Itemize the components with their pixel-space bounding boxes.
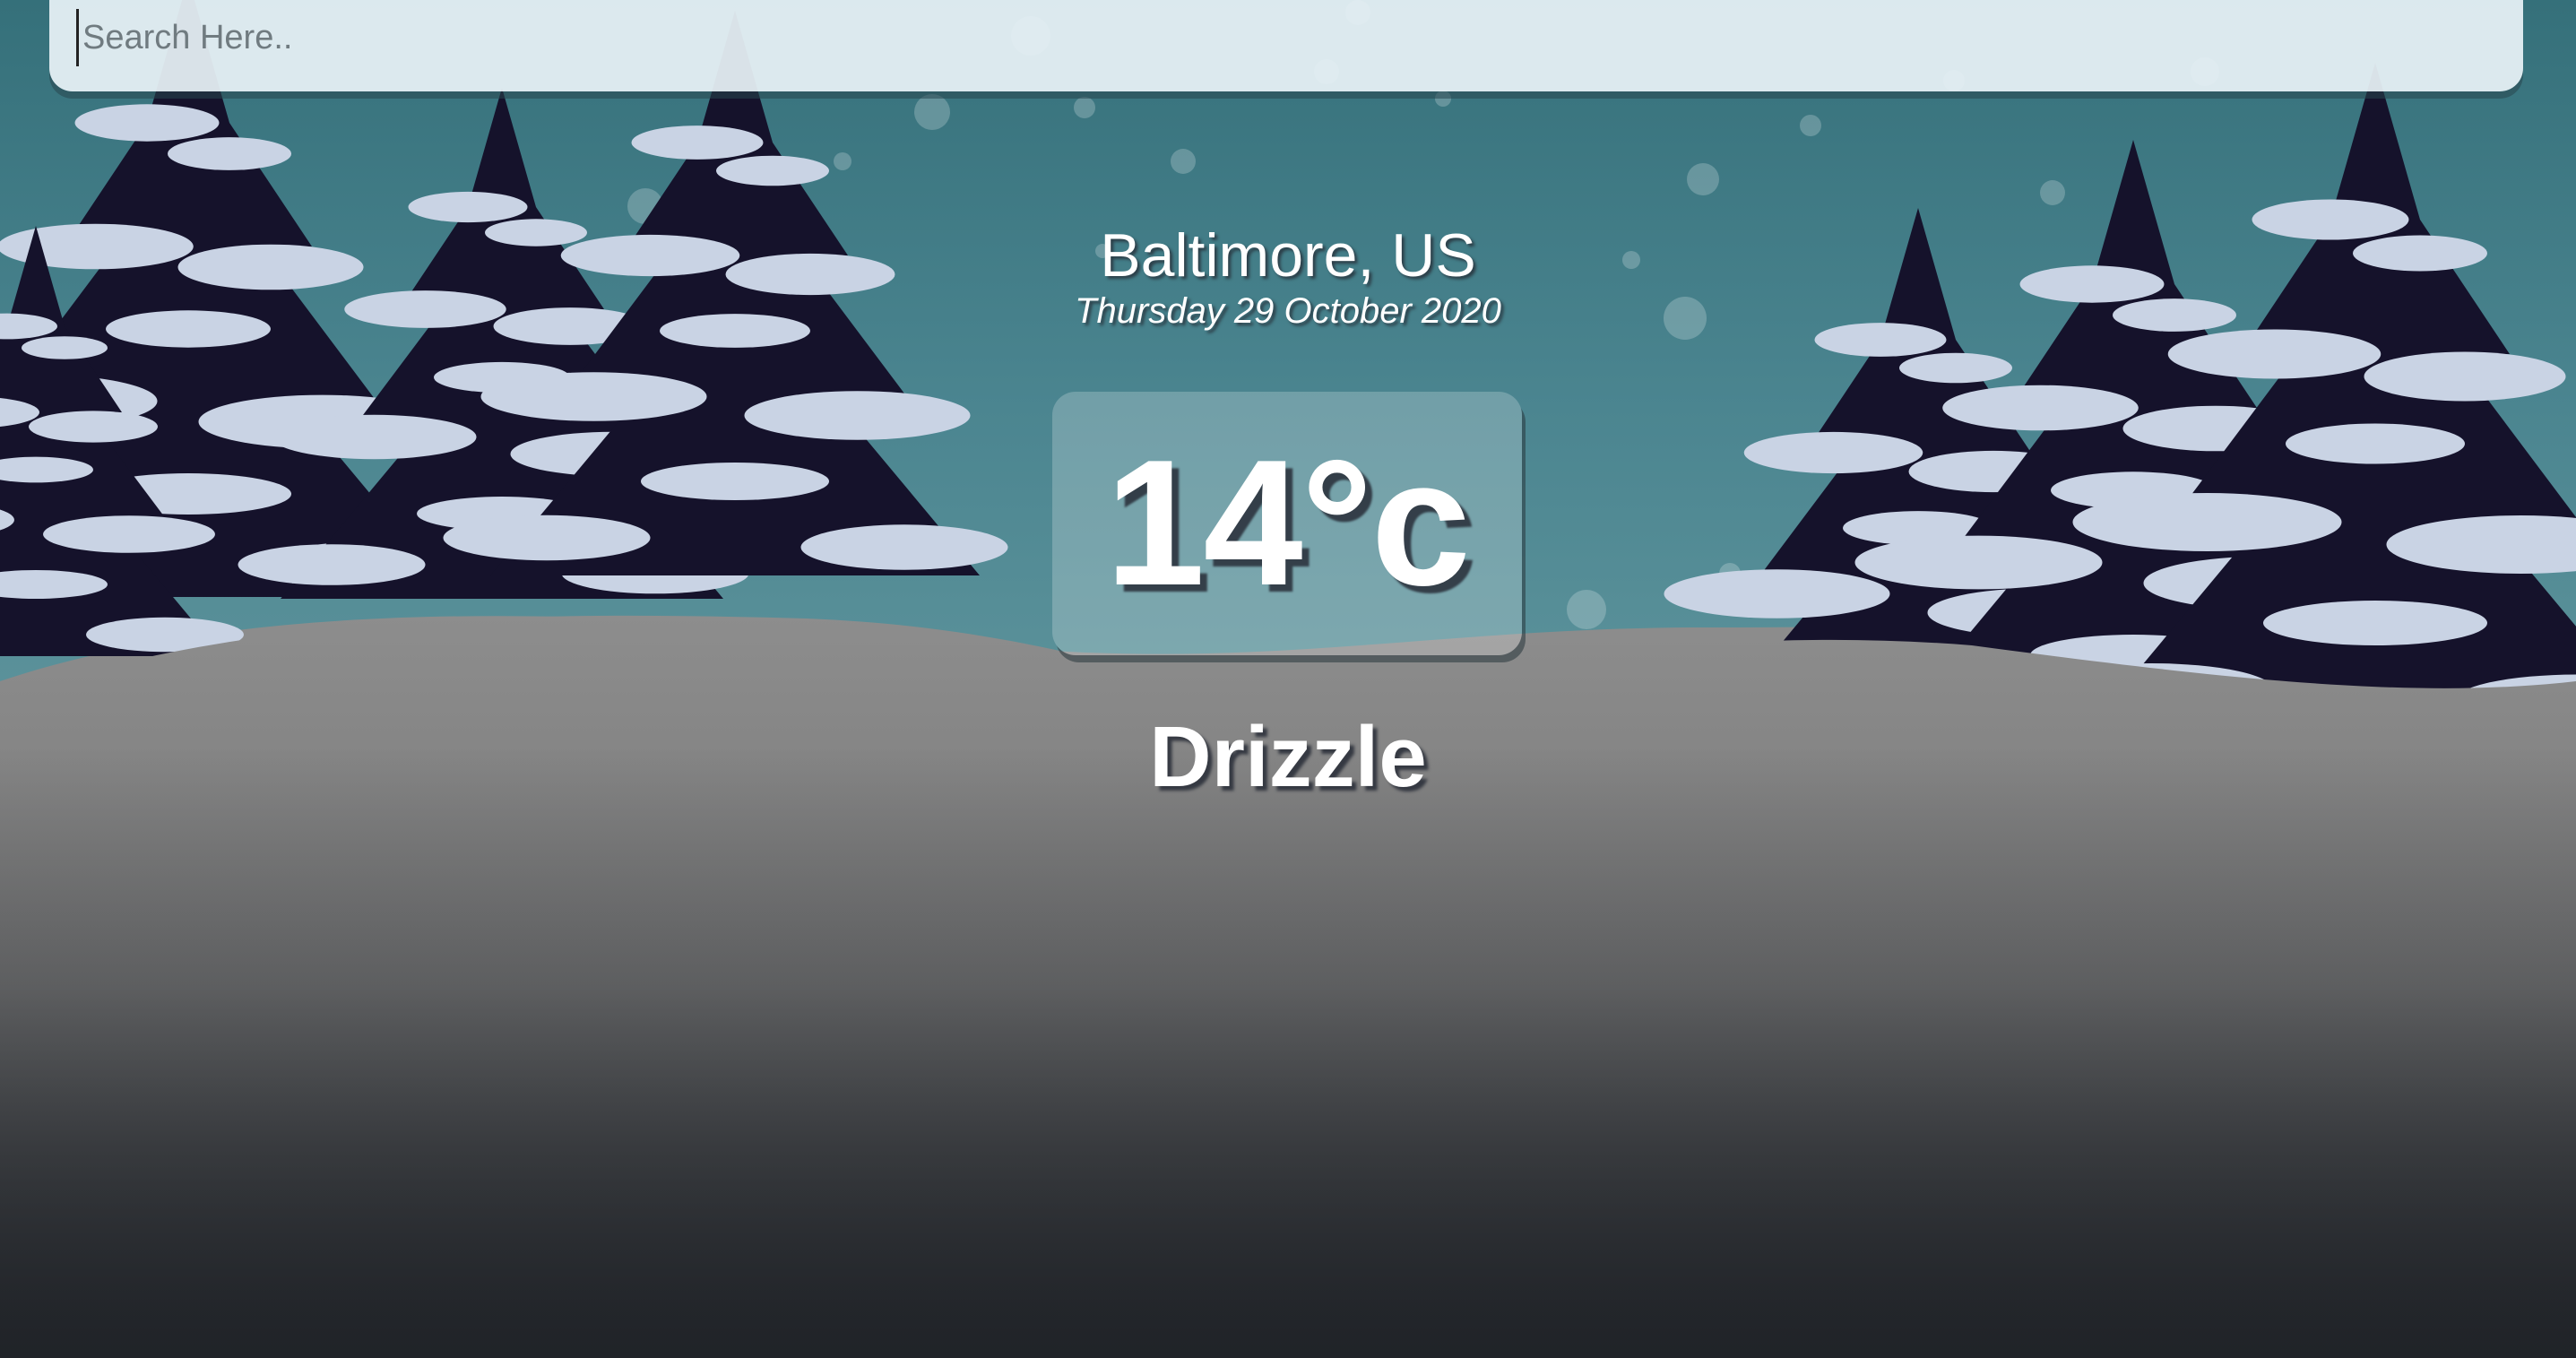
location-block: Baltimore, US Thursday 29 October 2020: [0, 222, 2576, 332]
current-date: Thursday 29 October 2020: [1075, 290, 1501, 331]
search-bar: [49, 0, 2523, 91]
temperature-value: 14°c: [1105, 423, 1471, 623]
temperature-box: 14°c: [1052, 392, 1522, 655]
weather-condition: Drizzle: [1149, 709, 1427, 805]
weather-app-page: Baltimore, US Thursday 29 October 2020 1…: [0, 0, 2576, 1358]
location-name: Baltimore, US: [1100, 221, 1476, 290]
search-input[interactable]: [76, 9, 2486, 66]
winter-forest-background: [0, 0, 2576, 1358]
